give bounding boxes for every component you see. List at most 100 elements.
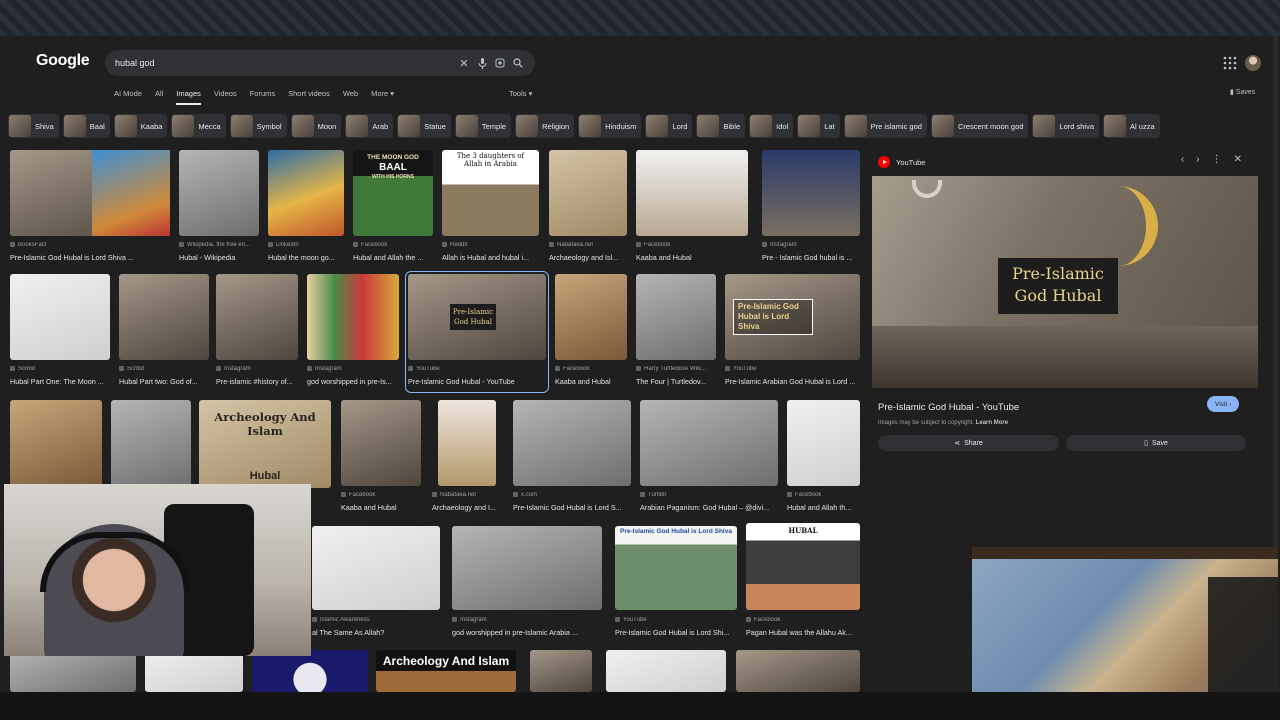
chip-statue[interactable]: Statue — [397, 114, 451, 138]
result-thumbnail: THE MOON GOD BAAL WITH HIS HORNS — [353, 150, 433, 236]
chip-lord[interactable]: Lord — [645, 114, 693, 138]
tab-videos[interactable]: Videos — [214, 89, 237, 105]
learn-more-link[interactable]: Learn More — [976, 420, 1008, 426]
search-input[interactable] — [115, 58, 455, 68]
chevron-right-icon[interactable]: › — [1196, 154, 1199, 165]
chip-moon[interactable]: Moon — [290, 114, 342, 138]
image-result[interactable] — [10, 400, 102, 490]
result-thumbnail: HUBAL — [746, 523, 860, 610]
tab-forums[interactable]: Forums — [250, 89, 275, 105]
chip-temple[interactable]: Temple — [454, 114, 512, 138]
chip-pre-islamic-god[interactable]: Pre islamic god — [843, 114, 927, 138]
chip-lat[interactable]: Lat — [797, 114, 840, 138]
image-result[interactable]: Scribd Hubal Part two: God of... — [119, 274, 209, 390]
image-text-horns: WITH HIS HORNS — [372, 174, 414, 180]
chip-idol[interactable]: Idol — [749, 114, 794, 138]
preview-source-label: YouTube — [896, 157, 926, 167]
preview-title[interactable]: Pre-Islamic God Hubal - YouTube — [878, 402, 1019, 413]
result-thumbnail: Pre-Islamic God Hubal — [408, 274, 546, 360]
image-result[interactable]: BooksFact Pre-Islamic God Hubal is Lord … — [10, 150, 170, 266]
visit-button[interactable]: Visit › — [1207, 396, 1240, 412]
clear-icon[interactable]: ✕ — [455, 54, 473, 72]
image-result[interactable]: Instagram Pre-islamic #history of... — [216, 274, 298, 390]
close-icon[interactable]: ✕ — [1234, 154, 1242, 165]
share-button[interactable]: ⋖ Share — [878, 435, 1059, 451]
chip-crescent-moon-god[interactable]: Crescent moon god — [930, 114, 1029, 138]
search-box[interactable]: ✕ — [105, 50, 535, 76]
image-result-selected[interactable]: Pre-Islamic God Hubal YouTube Pre-Islami… — [405, 271, 549, 393]
image-result[interactable]: Facebook Kaaba and Hubal — [636, 150, 748, 266]
tab-all[interactable]: All — [155, 89, 163, 105]
chip-religion[interactable]: Religion — [515, 114, 575, 138]
image-result[interactable] — [10, 650, 136, 692]
image-result[interactable]: x.com Pre-Islamic God Hubal is Lord S... — [513, 400, 631, 516]
save-button[interactable]: ▯ Save — [1066, 435, 1246, 451]
image-result[interactable]: The 3 daughters of Allah in Arabia Reddi… — [442, 150, 539, 266]
image-result[interactable]: LinkedIn Hubal the moon go... — [268, 150, 344, 266]
result-thumbnail — [762, 150, 860, 236]
tab-ai-mode[interactable]: AI Mode — [114, 89, 142, 105]
tools-button[interactable]: Tools ▾ — [509, 89, 532, 98]
image-result[interactable]: Instagram god worshipped in pre-Islamic … — [452, 526, 602, 640]
chip-bible[interactable]: Bible — [696, 114, 746, 138]
image-result[interactable]: Scribd Hubal Part One: The Moon ... — [10, 274, 110, 390]
image-result[interactable]: Facebook Kaaba and Hubal — [555, 274, 627, 390]
image-result[interactable] — [111, 400, 191, 490]
search-icon[interactable] — [509, 54, 527, 72]
image-result[interactable] — [606, 650, 726, 692]
image-result[interactable] — [252, 650, 368, 692]
chip-label: Kaaba — [140, 121, 163, 131]
image-result[interactable]: Instagram god worshipped in pre-Is... — [307, 274, 399, 390]
image-result[interactable]: Archeology And Islam Hubal — [199, 400, 331, 490]
image-result[interactable] — [145, 650, 243, 692]
result-source: Tumblr — [640, 492, 778, 498]
image-result[interactable]: THE MOON GOD BAAL WITH HIS HORNS Faceboo… — [353, 150, 433, 266]
saves-button[interactable]: ▮ Saves — [1230, 88, 1255, 96]
image-result[interactable]: Wikipedia, the free en... Hubal - Wikipe… — [179, 150, 259, 266]
chip-thumbnail — [1104, 115, 1127, 137]
chip-mecca[interactable]: Mecca — [171, 114, 226, 138]
image-result[interactable]: Pre-Islamic God Hubal is Lord Shiva YouT… — [725, 274, 860, 390]
image-result[interactable]: Harry Turtledove Wiki... The Four | Turt… — [636, 274, 716, 390]
tab-more[interactable]: More ▾ — [371, 89, 394, 105]
chip-lord-shiva[interactable]: Lord shiva — [1032, 114, 1100, 138]
chip-label: Lord shiva — [1059, 121, 1095, 131]
image-result[interactable] — [530, 650, 592, 692]
account-avatar[interactable] — [1245, 55, 1261, 71]
image-result[interactable]: Tumblr Arabian Paganism: God Hubal – @di… — [640, 400, 778, 516]
result-source: Scribd — [10, 366, 110, 372]
chevron-left-icon[interactable]: ‹ — [1181, 154, 1184, 165]
microphone-icon[interactable] — [473, 54, 491, 72]
image-result[interactable]: Facebook Hubal and Allah th... — [787, 400, 860, 516]
image-result[interactable]: Facebook Kaaba and Hubal — [341, 400, 421, 516]
chip-thumbnail — [398, 115, 421, 137]
tab-images[interactable]: Images — [176, 89, 201, 105]
chip-label: Lat — [824, 121, 835, 131]
google-logo[interactable]: Google — [36, 52, 90, 70]
tab-short-videos[interactable]: Short videos — [288, 89, 330, 105]
chip-shiva[interactable]: Shiva — [8, 114, 59, 138]
chip-baal[interactable]: Baal — [62, 114, 110, 138]
share-icon: ⋖ — [954, 440, 961, 447]
lens-icon[interactable] — [491, 54, 509, 72]
preview-image[interactable]: Pre-Islamic God Hubal — [872, 176, 1258, 388]
preview-source[interactable]: YouTube — [878, 156, 925, 168]
chip-hinduism[interactable]: Hinduism — [578, 114, 642, 138]
image-result[interactable]: HUBAL Facebook Pagan Hubal was the Allah… — [746, 523, 860, 640]
image-result[interactable] — [736, 650, 860, 692]
chip-al-uzza[interactable]: Al uzza — [1103, 114, 1160, 138]
image-result[interactable]: Instagram Pre - Islamic God hubal is ... — [762, 150, 860, 266]
result-source: YouTube — [725, 366, 860, 372]
tab-web[interactable]: Web — [343, 89, 358, 105]
copyright-notice: Images may be subject to copyright. Lear… — [878, 420, 1008, 426]
chip-arab[interactable]: Arab — [345, 114, 394, 138]
image-result[interactable]: Nabataea.net Archaeology and Isl... — [549, 150, 627, 266]
image-result[interactable]: Archeology And Islam — [376, 650, 516, 692]
more-vert-icon[interactable]: ⋮ — [1212, 154, 1222, 165]
image-result[interactable]: Pre-Islamic God Hubal is Lord Shiva YouT… — [615, 526, 737, 640]
chip-kaaba[interactable]: Kaaba — [113, 114, 168, 138]
apps-grid-icon[interactable] — [1223, 56, 1237, 70]
chip-symbol[interactable]: Symbol — [229, 114, 287, 138]
image-result[interactable]: Islamic Awareness al The Same As Allah? — [312, 526, 440, 640]
image-result[interactable]: Nabataea.net Archaeology and I... — [432, 400, 502, 516]
